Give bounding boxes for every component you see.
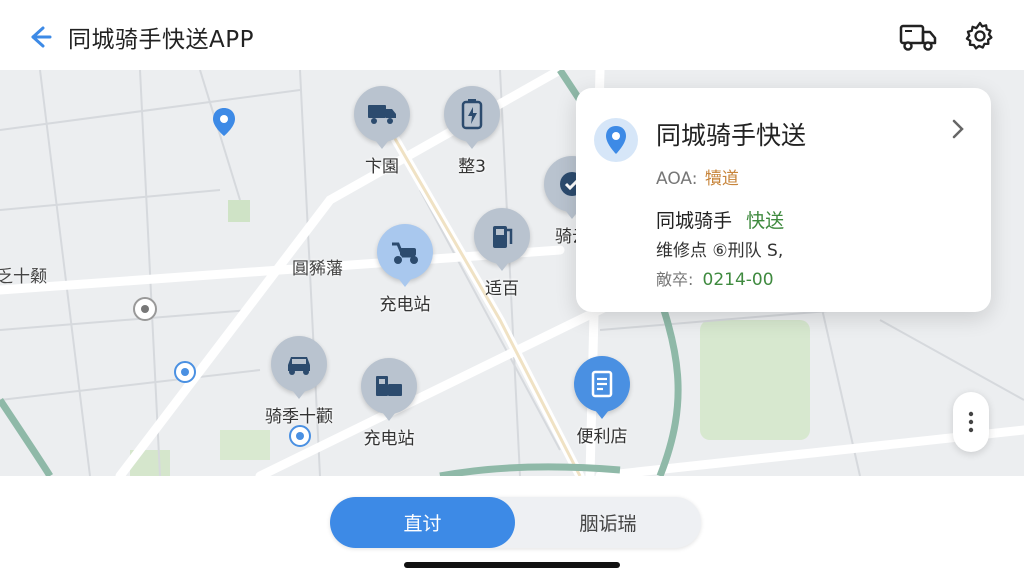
bottom-bar: 直讨 胭诟瑞 [0, 476, 1024, 576]
delivery-truck-button[interactable] [898, 20, 940, 54]
card-subtitle: AOA: 犢道 [656, 164, 739, 189]
chevron-right-icon[interactable] [948, 118, 972, 142]
poi-truck[interactable]: 卞園 [354, 86, 410, 177]
location-pin-icon [594, 118, 638, 162]
poi-label: 骑季十颧 [265, 407, 333, 427]
tab-inactive[interactable]: 胭诟瑞 [515, 497, 701, 548]
settings-button[interactable] [964, 20, 998, 54]
store-receipt-icon [591, 370, 613, 398]
map-area-label: 乏十颡 [0, 267, 47, 287]
poi-fuel[interactable]: 适百 [474, 208, 530, 299]
gear-icon [965, 21, 993, 50]
poi-label: 便利店 [576, 427, 628, 447]
segmented-control: 直讨 胭诟瑞 [330, 497, 701, 548]
poi-car[interactable]: 骑季十颧 [265, 336, 333, 427]
card-sub-tag: 犢道 [704, 169, 739, 189]
scooter-icon [392, 242, 418, 264]
poi-machine[interactable]: 充电站 [361, 358, 417, 449]
truck-icon [899, 24, 937, 51]
distance-value: 0214-00 [702, 270, 774, 290]
car-icon [288, 357, 310, 375]
poi-label: 充电站 [379, 295, 431, 315]
back-button[interactable] [24, 22, 54, 52]
back-arrow-icon [31, 26, 52, 48]
fuel-pump-icon [493, 226, 513, 248]
poi-label: 整3 [458, 157, 486, 177]
poi-scooter[interactable]: 充电站 [377, 224, 433, 315]
app-header: 同城骑手快送APP [0, 0, 1024, 70]
poi-battery[interactable]: 整3 [444, 86, 500, 177]
distance-line: 敵卒: 0214-00 [656, 266, 774, 290]
poi-label: 卞園 [365, 157, 399, 177]
truck-icon [368, 105, 396, 124]
more-vertical-icon [968, 411, 974, 433]
distance-label: 敵卒: [656, 270, 694, 289]
page-title: 同城骑手快送APP [68, 27, 254, 53]
rider-line: 同城骑手 快送 [656, 206, 784, 233]
card-sub-prefix: AOA: [656, 169, 698, 189]
rider-status: 快送 [746, 210, 785, 232]
machine-icon [376, 376, 402, 396]
repair-point: 维修点 ⑥刑队 S, [656, 241, 784, 261]
poi-store[interactable]: 便利店 [574, 356, 630, 447]
battery-charge-icon [461, 99, 483, 130]
card-title: 同城骑手快送 [656, 121, 807, 150]
home-indicator[interactable] [404, 562, 620, 568]
poi-label: 适百 [485, 279, 519, 299]
tab-active[interactable]: 直讨 [330, 497, 515, 548]
shop-info-card[interactable]: 同城骑手快送 AOA: 犢道 同城骑手 快送 维修点 ⑥刑队 S, 敵卒: 02… [576, 88, 991, 312]
more-options-button[interactable] [953, 392, 989, 452]
map-area-label: 圓豨藩 [292, 259, 343, 279]
rider-label: 同城骑手 [656, 210, 733, 232]
poi-label: 充电站 [363, 429, 415, 449]
